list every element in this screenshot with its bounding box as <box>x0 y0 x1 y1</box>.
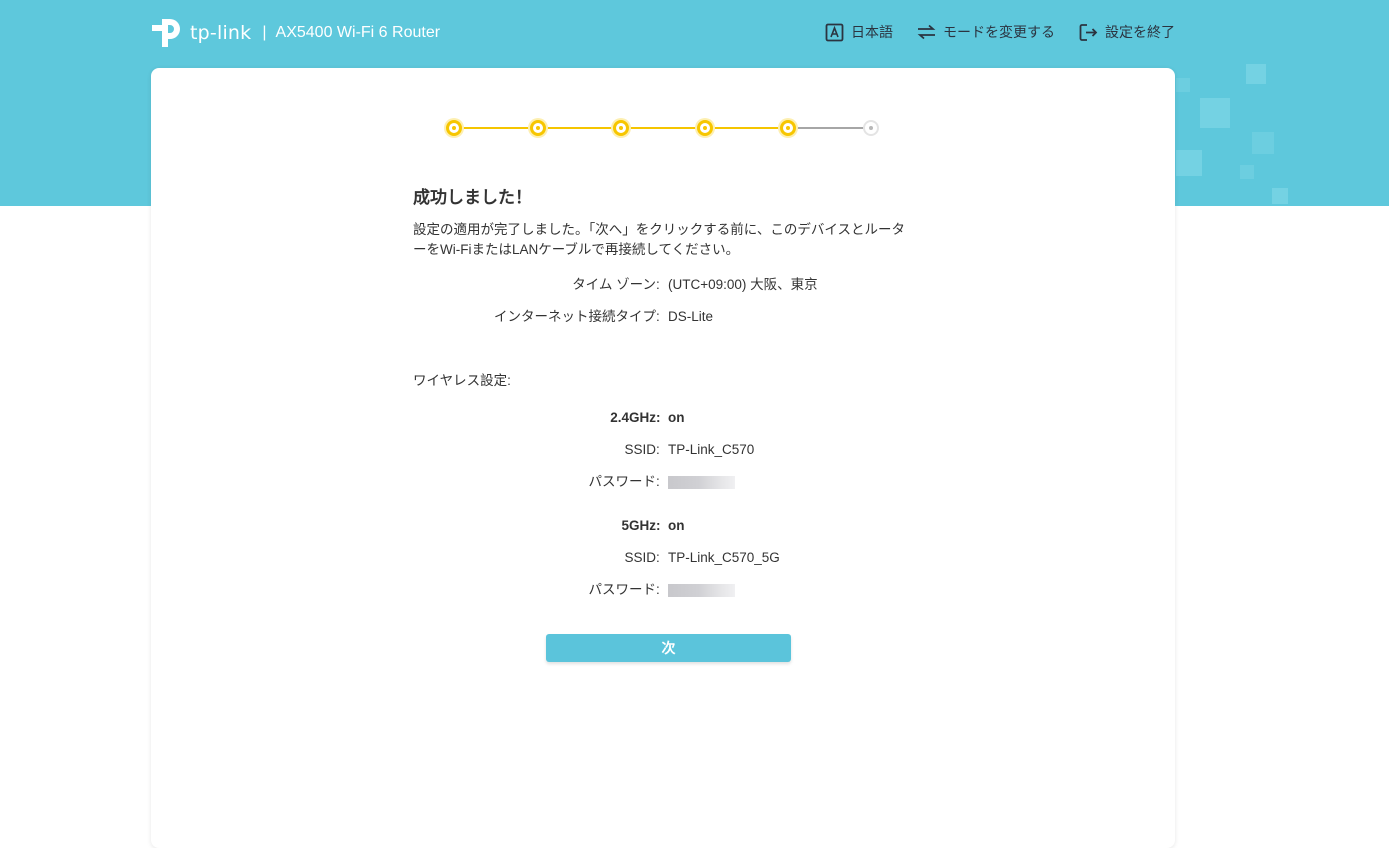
page-title: 成功しました！ <box>413 188 532 207</box>
time-zone-row: タイム ゾーン : (UTC+09:00) 大阪、東京 <box>413 276 818 294</box>
next-button[interactable]: 次 <box>546 634 791 662</box>
colon: : <box>656 442 660 457</box>
brand-separator: | <box>262 24 267 41</box>
step-2-indicator <box>530 120 546 136</box>
time-zone-label: タイム ゾーン <box>572 277 656 292</box>
password-5g-row: パスワード : <box>413 581 735 599</box>
colon: : <box>656 410 661 425</box>
password-2g-row: パスワード : <box>413 473 735 491</box>
logout-icon <box>1079 23 1098 41</box>
step-1-indicator <box>446 120 462 136</box>
password-5g-masked <box>668 584 735 597</box>
switch-arrows-icon <box>917 24 936 40</box>
internet-type-label: インターネット接続タイプ <box>494 309 656 324</box>
banner-decoration <box>1240 165 1254 179</box>
language-icon <box>825 23 844 41</box>
band-5g-row: 5GHz : on <box>413 517 685 535</box>
ssid-2g-label: SSID <box>624 442 656 457</box>
banner-decoration <box>1272 188 1288 204</box>
ssid-2g-value: TP-Link_C570 <box>668 442 755 457</box>
wireless-section-label: ワイヤレス設定: <box>413 373 511 388</box>
progress-stepper <box>446 118 881 138</box>
ssid-5g-label: SSID <box>624 550 656 565</box>
step-5-indicator <box>780 120 796 136</box>
banner-decoration <box>1246 64 1266 84</box>
colon: : <box>656 277 660 292</box>
colon: : <box>656 474 660 489</box>
band-2g-row: 2.4GHz : on <box>413 409 685 427</box>
colon: : <box>656 309 660 324</box>
banner-decoration <box>1176 78 1190 92</box>
internet-type-value: DS-Lite <box>668 309 714 324</box>
brand-logo: tp-link | AX5400 Wi-Fi 6 Router <box>150 14 440 52</box>
brand-name: tp-link <box>190 22 252 44</box>
band-2g-label: 2.4GHz <box>610 410 656 425</box>
step-6-indicator <box>863 120 879 136</box>
exit-setup-button[interactable]: 設定を終了 <box>1079 22 1175 42</box>
language-button[interactable]: 日本語 <box>825 22 893 42</box>
step-4-indicator <box>697 120 713 136</box>
result-description: 設定の適用が完了しました。「次へ」をクリックする前に、このデバイスとルーターをW… <box>413 222 905 257</box>
colon: : <box>656 518 661 533</box>
setup-card: 成功しました！ 設定の適用が完了しました。「次へ」をクリックする前に、このデバイ… <box>151 68 1175 848</box>
exit-setup-label: 設定を終了 <box>1105 24 1175 40</box>
tp-link-logo-icon <box>152 19 180 47</box>
result-content: 成功しました！ 設定の適用が完了しました。「次へ」をクリックする前に、このデバイ… <box>413 186 933 597</box>
step-3-indicator <box>613 120 629 136</box>
banner-decoration <box>1200 98 1230 128</box>
band-5g-status: on <box>668 518 685 533</box>
band-2g-status: on <box>668 410 685 425</box>
ssid-5g-value: TP-Link_C570_5G <box>668 550 780 565</box>
top-navigation: 日本語 モードを変更する 設定を終了 <box>801 22 1175 42</box>
password-5g-label: パスワード <box>588 582 657 597</box>
internet-type-row: インターネット接続タイプ : DS-Lite <box>413 308 713 326</box>
product-name: AX5400 Wi-Fi 6 Router <box>275 24 441 41</box>
language-label: 日本語 <box>851 24 893 40</box>
password-2g-label: パスワード <box>588 474 657 489</box>
banner-decoration <box>1176 150 1202 176</box>
band-5g-label: 5GHz <box>621 518 656 533</box>
time-zone-value: (UTC+09:00) 大阪、東京 <box>668 277 818 292</box>
colon: : <box>656 550 660 565</box>
change-mode-button[interactable]: モードを変更する <box>917 22 1055 42</box>
change-mode-label: モードを変更する <box>943 24 1055 40</box>
banner-decoration <box>1252 132 1274 154</box>
colon: : <box>656 582 660 597</box>
ssid-2g-row: SSID : TP-Link_C570 <box>413 441 754 459</box>
ssid-5g-row: SSID : TP-Link_C570_5G <box>413 549 780 567</box>
step-connector <box>788 127 872 129</box>
password-2g-masked <box>668 476 735 489</box>
